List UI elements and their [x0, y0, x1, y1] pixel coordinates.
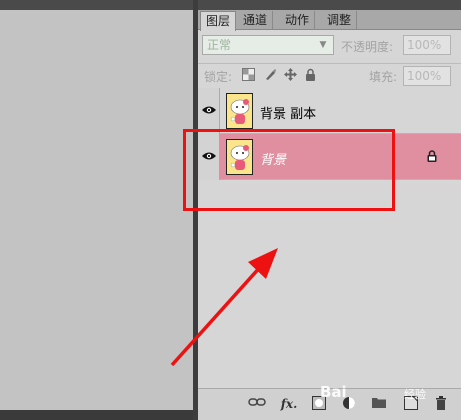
- opacity-input[interactable]: 100%: [403, 35, 451, 55]
- blend-row: 正常 ▼ 不透明度: 100%: [198, 31, 461, 57]
- fx-icon[interactable]: fx.: [280, 396, 298, 412]
- lock-transparent-icon[interactable]: [242, 68, 255, 81]
- lock-position-icon[interactable]: [284, 68, 297, 81]
- lock-pixels-icon[interactable]: [264, 68, 277, 81]
- tab-channels[interactable]: 通道: [238, 11, 274, 30]
- blend-mode-select[interactable]: 正常 ▼: [202, 35, 334, 55]
- watermark-subtext: 经验: [404, 388, 426, 401]
- tab-adjustments[interactable]: 调整: [322, 11, 358, 30]
- lock-all-icon[interactable]: [304, 68, 317, 81]
- blend-mode-value: 正常: [207, 38, 232, 52]
- fill-label: 填充:: [369, 70, 398, 84]
- lock-label: 锁定:: [204, 70, 233, 84]
- link-icon[interactable]: [248, 396, 266, 412]
- watermark-text: Bai: [320, 383, 347, 401]
- top-strip: [0, 0, 461, 10]
- layer-name: 背景 副本: [260, 107, 317, 122]
- trash-icon[interactable]: [432, 396, 450, 412]
- canvas-bottom-strip: [0, 410, 196, 420]
- folder-icon[interactable]: [370, 396, 388, 412]
- document-canvas: [0, 0, 196, 420]
- layer-row-background-copy[interactable]: 背景 副本: [198, 88, 461, 134]
- layer-thumbnail: [226, 93, 253, 129]
- lock-row: 锁定: 填充: 100%: [198, 63, 461, 86]
- tab-layers[interactable]: 图层: [200, 11, 237, 31]
- lock-icon: [427, 150, 437, 162]
- fill-input[interactable]: 100%: [403, 66, 451, 86]
- visibility-toggle[interactable]: [198, 88, 220, 134]
- tab-actions[interactable]: 动作: [280, 11, 316, 30]
- layers-panel: 图层 通道 动作 调整 正常 ▼ 不透明度: 100% 锁定: 填充: 100%: [198, 10, 461, 420]
- opacity-label: 不透明度:: [341, 40, 394, 54]
- annotation-highlight-box: [183, 129, 395, 211]
- panel-tabbar: 图层 通道 动作 调整: [198, 10, 461, 31]
- eye-icon: [202, 106, 216, 114]
- chevron-down-icon: ▼: [319, 40, 327, 50]
